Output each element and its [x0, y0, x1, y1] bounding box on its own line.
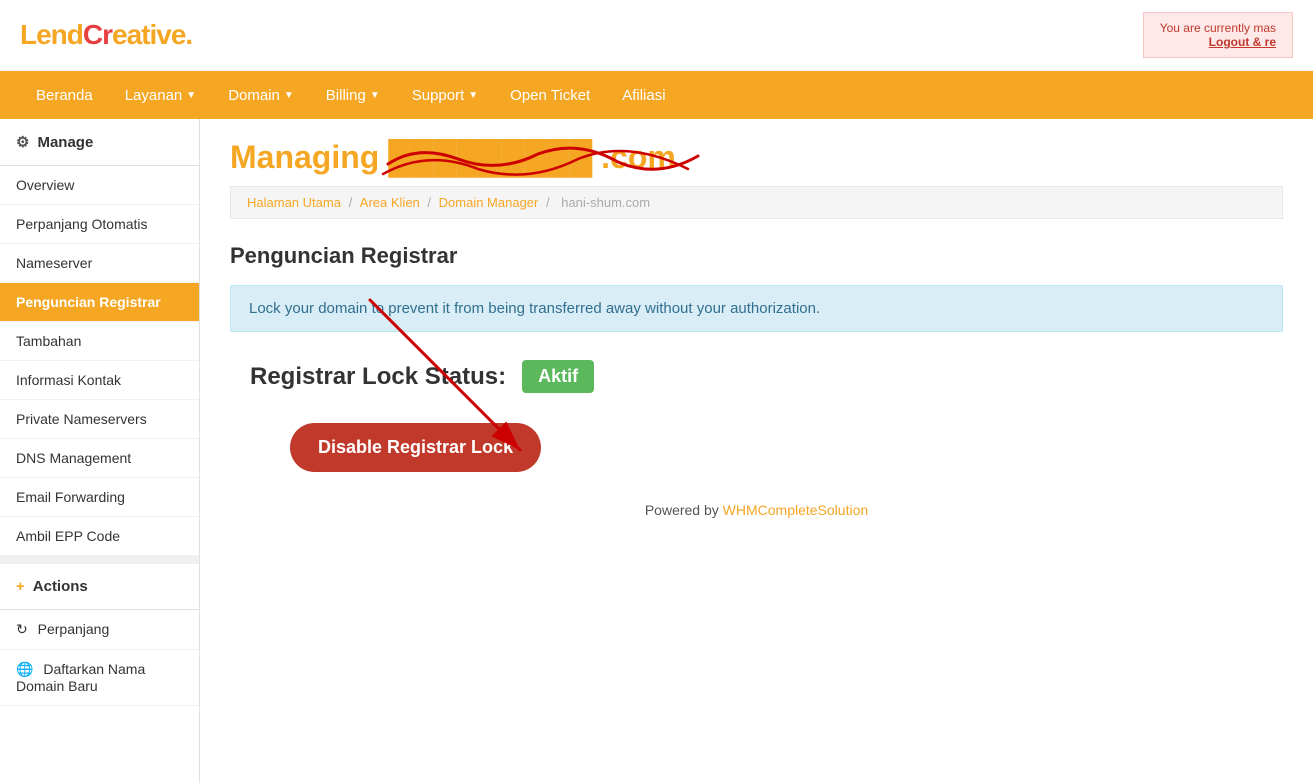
- breadcrumb-sep-2: /: [427, 195, 434, 210]
- nav-domain[interactable]: Domain ▼: [212, 73, 310, 118]
- billing-arrow: ▼: [370, 90, 380, 101]
- sidebar-item-dns-management[interactable]: DNS Management: [0, 439, 199, 478]
- whm-link[interactable]: WHMCompleteSolution: [723, 502, 869, 518]
- disable-registrar-lock-button[interactable]: Disable Registrar Lock: [290, 423, 541, 472]
- main-content: Managing █████████ .com Halaman Utama / …: [200, 119, 1313, 783]
- status-badge: Aktif: [522, 360, 594, 393]
- sidebar-item-nameserver[interactable]: Nameserver: [0, 244, 199, 283]
- nav-beranda[interactable]: Beranda: [20, 73, 109, 118]
- page-title-wrapper: Managing █████████ .com: [230, 139, 676, 186]
- breadcrumb-sep-1: /: [349, 195, 356, 210]
- sidebar-item-perpanjang-otomatis[interactable]: Perpanjang Otomatis: [0, 205, 199, 244]
- support-arrow: ▼: [468, 90, 478, 101]
- content-wrapper: ⚙ Manage Overview Perpanjang Otomatis Na…: [0, 119, 1313, 783]
- sidebar: ⚙ Manage Overview Perpanjang Otomatis Na…: [0, 119, 200, 783]
- plus-icon: +: [16, 578, 25, 595]
- layanan-arrow: ▼: [186, 90, 196, 101]
- actions-title: Actions: [33, 578, 88, 595]
- nav-billing[interactable]: Billing ▼: [310, 73, 396, 118]
- nav-layanan[interactable]: Layanan ▼: [109, 73, 212, 118]
- lock-status-row: Registrar Lock Status: Aktif: [250, 360, 1283, 393]
- nav-support[interactable]: Support ▼: [396, 73, 494, 118]
- sidebar-item-overview[interactable]: Overview: [0, 166, 199, 205]
- sidebar-item-ambil-epp-code[interactable]: Ambil EPP Code: [0, 517, 199, 556]
- sidebar-item-email-forwarding[interactable]: Email Forwarding: [0, 478, 199, 517]
- breadcrumb-domain-manager[interactable]: Domain Manager: [439, 195, 539, 210]
- breadcrumb-area-klien[interactable]: Area Klien: [360, 195, 420, 210]
- info-text: Lock your domain to prevent it from bein…: [249, 300, 820, 317]
- top-bar: LendCreative. You are currently mas Logo…: [0, 0, 1313, 71]
- notice-text: You are currently mas: [1160, 21, 1276, 35]
- nav-bar: Beranda Layanan ▼ Domain ▼ Billing ▼ Sup…: [0, 71, 1313, 119]
- gear-icon: ⚙: [16, 133, 29, 151]
- refresh-icon: ↻: [16, 621, 28, 637]
- actions-section-title: + Actions: [0, 556, 199, 610]
- manage-section-title: ⚙ Manage: [0, 119, 199, 166]
- sidebar-item-private-nameservers[interactable]: Private Nameservers: [0, 400, 199, 439]
- sidebar-item-informasi-kontak[interactable]: Informasi Kontak: [0, 361, 199, 400]
- breadcrumb: Halaman Utama / Area Klien / Domain Mana…: [230, 186, 1283, 219]
- page-title: Managing █████████ .com: [230, 139, 676, 176]
- breadcrumb-sep-3: /: [546, 195, 553, 210]
- nav-afiliasi[interactable]: Afiliasi: [606, 73, 681, 118]
- top-notice: You are currently mas Logout & re: [1143, 12, 1293, 58]
- powered-by: Powered by WHMCompleteSolution: [230, 502, 1283, 518]
- manage-title: Manage: [37, 134, 93, 151]
- domain-arrow: ▼: [284, 90, 294, 101]
- info-box: Lock your domain to prevent it from bein…: [230, 285, 1283, 332]
- logout-link[interactable]: Logout & re: [1209, 35, 1276, 49]
- sidebar-item-penguncian-registrar[interactable]: Penguncian Registrar: [0, 283, 199, 322]
- section-heading: Penguncian Registrar: [230, 243, 1283, 269]
- sidebar-item-perpanjang[interactable]: ↻ Perpanjang: [0, 610, 199, 650]
- sidebar-item-tambahan[interactable]: Tambahan: [0, 322, 199, 361]
- sidebar-item-daftarkan-domain[interactable]: 🌐 Daftarkan Nama Domain Baru: [0, 650, 199, 706]
- domain-name-redacted: █████████: [388, 139, 592, 175]
- logo: LendCreative.: [20, 19, 192, 51]
- lock-status-label: Registrar Lock Status:: [250, 363, 506, 391]
- powered-by-text: Powered by: [645, 502, 719, 518]
- globe-icon: 🌐: [16, 661, 33, 677]
- breadcrumb-current: hani-shum.com: [561, 195, 650, 210]
- breadcrumb-halaman-utama[interactable]: Halaman Utama: [247, 195, 341, 210]
- nav-open-ticket[interactable]: Open Ticket: [494, 73, 606, 118]
